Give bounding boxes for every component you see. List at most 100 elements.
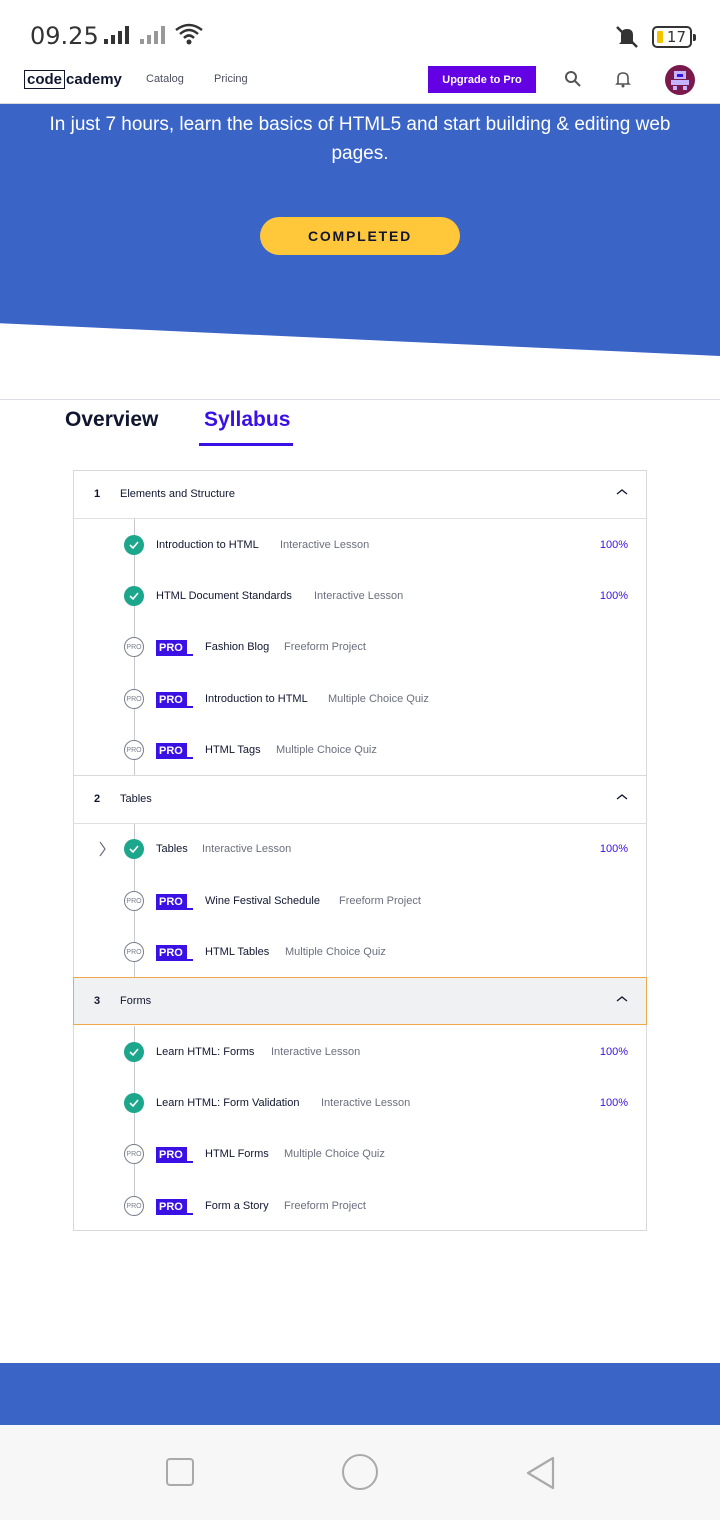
module-header-2[interactable]: 2 Tables: [74, 776, 646, 824]
module-number: 2: [94, 793, 101, 805]
pro-badge: PRO: [156, 743, 187, 759]
check-icon: [124, 1093, 144, 1113]
site-header: code cademy Catalog Pricing Upgrade to Pr…: [0, 56, 720, 104]
item-type: Multiple Choice Quiz: [285, 946, 386, 958]
pro-cursor: [185, 654, 193, 656]
status-time: 09.25: [30, 22, 99, 50]
item-title: Wine Festival Schedule: [205, 895, 320, 907]
module-title: Elements and Structure: [120, 488, 235, 500]
item-type: Interactive Lesson: [202, 843, 292, 855]
item-title: Learn HTML: Forms: [156, 1046, 255, 1058]
course-hero: In just 7 hours, learn the basics of HTM…: [0, 104, 720, 356]
module-number: 1: [94, 488, 101, 500]
pro-lock-icon: PRO: [124, 891, 144, 911]
back-button[interactable]: [524, 1455, 556, 1491]
pro-lock-icon: PRO: [124, 1144, 144, 1164]
list-item[interactable]: PRO PRO HTML Forms Multiple Choice Quiz: [74, 1142, 646, 1166]
item-type: Interactive Lesson: [314, 590, 404, 602]
chevron-up-icon: [616, 996, 628, 1002]
chevron-right-icon[interactable]: [99, 841, 107, 857]
pro-lock-icon: PRO: [124, 942, 144, 962]
pro-cursor: [185, 1161, 193, 1163]
nav-link-catalog[interactable]: Catalog: [146, 73, 184, 85]
module-number: 3: [94, 995, 101, 1007]
item-progress: 100%: [599, 843, 628, 855]
item-type: Freeform Project: [339, 895, 421, 907]
item-title: HTML Tables: [205, 946, 270, 958]
pro-cursor: [185, 706, 193, 708]
pro-badge: PRO: [156, 894, 187, 910]
item-title: Learn HTML: Form Validation: [156, 1097, 300, 1109]
pro-cursor: [185, 959, 193, 961]
home-button[interactable]: [342, 1454, 378, 1490]
list-item[interactable]: PRO PRO Form a Story Freeform Project: [74, 1194, 646, 1218]
item-title: Introduction to HTML: [205, 693, 308, 705]
chevron-up-icon: [616, 794, 628, 800]
search-icon[interactable]: [564, 70, 582, 88]
item-type: Multiple Choice Quiz: [284, 1148, 385, 1160]
pro-cursor: [185, 757, 193, 759]
avatar[interactable]: [665, 65, 695, 95]
wifi-icon: [175, 23, 203, 45]
tab-overview[interactable]: Overview: [65, 408, 158, 432]
item-title: HTML Forms: [205, 1148, 269, 1160]
item-type: Interactive Lesson: [271, 1046, 361, 1058]
module-title: Forms: [120, 995, 152, 1007]
battery-icon: 17: [652, 26, 696, 48]
check-icon: [124, 586, 144, 606]
syllabus-list: 1 Elements and Structure Introduction to…: [73, 470, 647, 1231]
check-icon: [124, 839, 144, 859]
item-type: Freeform Project: [284, 641, 366, 653]
recent-apps-button[interactable]: [166, 1458, 194, 1486]
tab-active-indicator: [199, 443, 293, 446]
tab-syllabus[interactable]: Syllabus: [204, 408, 290, 432]
item-title: Form a Story: [205, 1200, 269, 1212]
item-progress: 100%: [599, 590, 628, 602]
upgrade-button[interactable]: Upgrade to Pro: [428, 66, 536, 93]
nav-link-pricing[interactable]: Pricing: [214, 73, 248, 85]
list-item[interactable]: Learn HTML: Forms Interactive Lesson 100…: [74, 1040, 646, 1064]
item-progress: 100%: [599, 1097, 628, 1109]
list-item[interactable]: PRO PRO HTML Tags Multiple Choice Quiz: [74, 738, 646, 762]
pro-badge: PRO: [156, 945, 187, 961]
check-icon: [124, 535, 144, 555]
item-title: Fashion Blog: [205, 641, 270, 653]
signal-icon: [104, 26, 129, 44]
signal-2-icon: [140, 26, 165, 44]
item-type: Interactive Lesson: [280, 539, 370, 551]
item-type: Multiple Choice Quiz: [276, 744, 377, 756]
module-header-3[interactable]: 3 Forms: [73, 977, 647, 1025]
list-item[interactable]: Introduction to HTML Interactive Lesson …: [74, 533, 646, 557]
codecademy-logo[interactable]: code cademy: [24, 70, 122, 89]
item-title: HTML Tags: [205, 744, 261, 756]
list-item[interactable]: PRO PRO Introduction to HTML Multiple Ch…: [74, 687, 646, 711]
list-item[interactable]: Learn HTML: Form Validation Interactive …: [74, 1091, 646, 1115]
list-item[interactable]: PRO PRO Fashion Blog Freeform Project: [74, 635, 646, 659]
logo-rest: cademy: [66, 71, 122, 88]
item-title: Tables: [156, 843, 188, 855]
pro-cursor: [185, 908, 193, 910]
item-title: Introduction to HTML: [156, 539, 259, 551]
system-nav-bar: [0, 1425, 720, 1520]
item-progress: 100%: [599, 1046, 628, 1058]
pro-cursor: [185, 1213, 193, 1215]
pro-lock-icon: PRO: [124, 689, 144, 709]
list-item[interactable]: Tables Interactive Lesson 100%: [74, 837, 646, 861]
item-type: Interactive Lesson: [321, 1097, 411, 1109]
module-header-1[interactable]: 1 Elements and Structure: [74, 471, 646, 519]
pro-badge: PRO: [156, 1147, 187, 1163]
pro-lock-icon: PRO: [124, 637, 144, 657]
bell-icon[interactable]: [615, 70, 631, 88]
chevron-up-icon: [616, 489, 628, 495]
pro-lock-icon: PRO: [124, 1196, 144, 1216]
completed-button[interactable]: COMPLETED: [260, 217, 460, 255]
list-item[interactable]: PRO PRO HTML Tables Multiple Choice Quiz: [74, 940, 646, 964]
list-item[interactable]: PRO PRO Wine Festival Schedule Freeform …: [74, 889, 646, 913]
logo-box: code: [24, 70, 66, 89]
list-item[interactable]: HTML Document Standards Interactive Less…: [74, 584, 646, 608]
check-icon: [124, 1042, 144, 1062]
tabs-divider: [0, 399, 720, 400]
pro-badge: PRO: [156, 692, 187, 708]
item-title: HTML Document Standards: [156, 590, 292, 602]
course-description: In just 7 hours, learn the basics of HTM…: [49, 114, 671, 164]
